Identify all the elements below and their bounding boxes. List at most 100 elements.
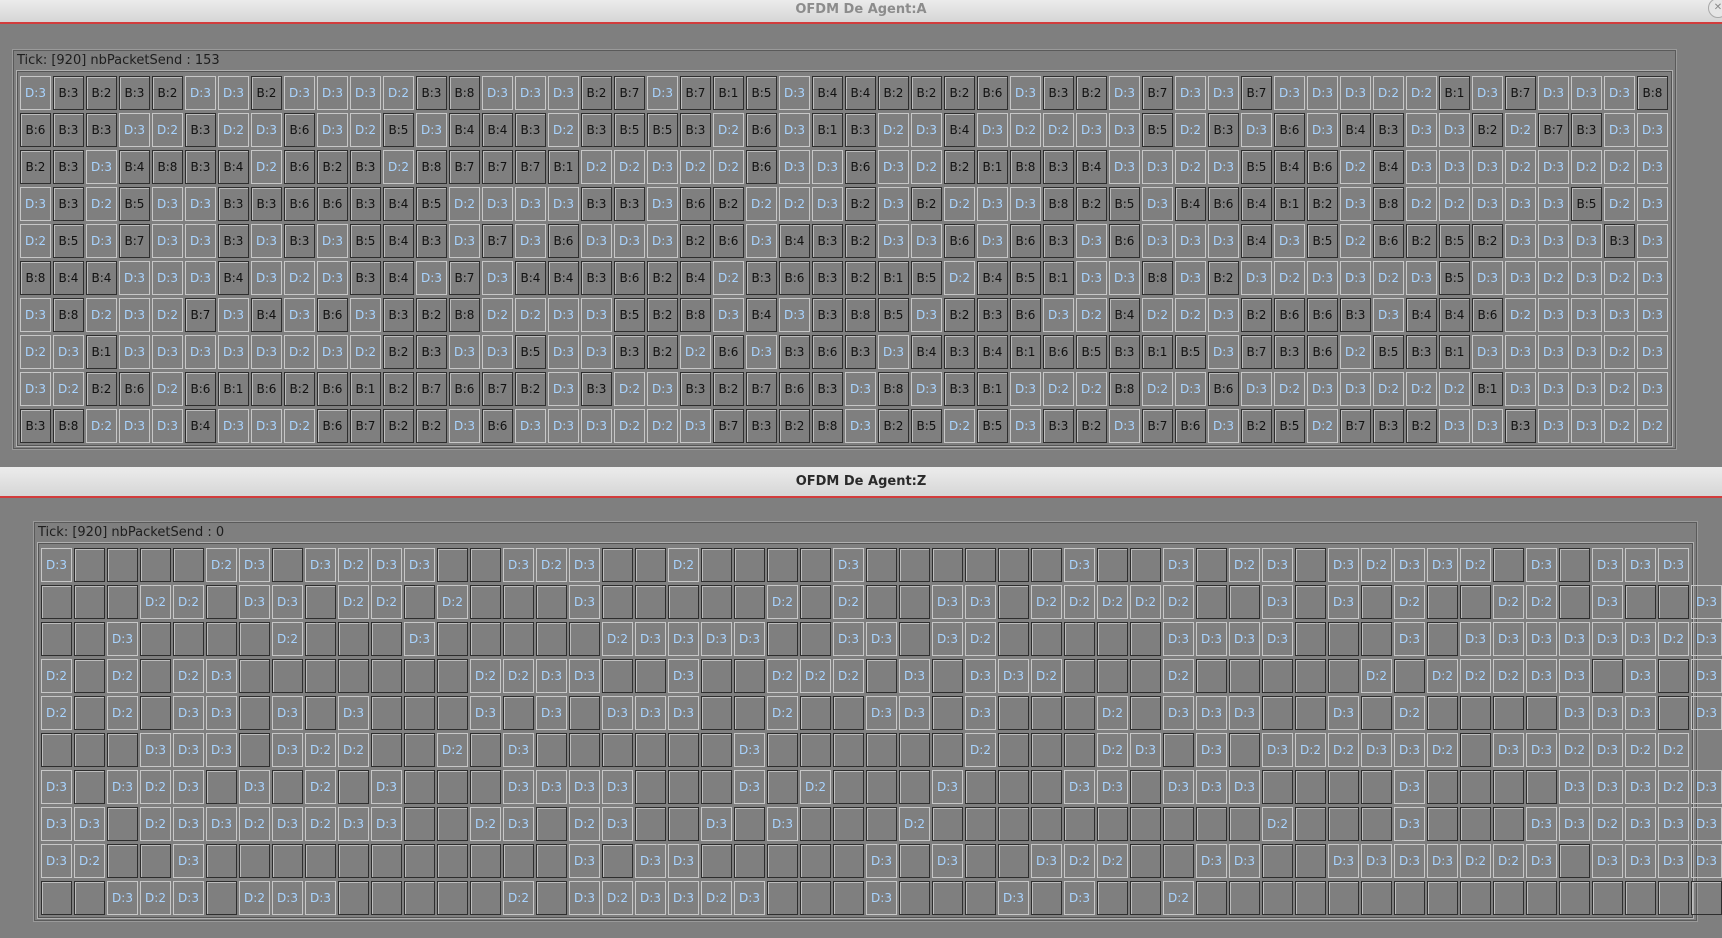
grid-cell-busy: B:3 [218,187,249,221]
grid-cell-empty [1493,548,1524,582]
grid-cell-empty [1295,585,1326,619]
grid-cell-busy: B:2 [845,261,876,295]
grid-cell-empty [734,844,765,878]
grid-cell-busy: B:8 [20,261,51,295]
grid-cell-empty [1295,844,1326,878]
grid-cell-busy: B:8 [1637,76,1668,110]
grid-cell-busy: B:3 [812,372,843,406]
grid-cell-empty [866,548,897,582]
grid-cell-empty [140,622,171,656]
grid-cell-empty [899,770,930,804]
grid-cell-data: D:2 [1604,372,1635,406]
grid-cell-data: D:3 [734,733,765,767]
grid-cell-empty [74,622,105,656]
grid-cell-busy: B:7 [1538,113,1569,147]
grid-cell-data: D:3 [107,881,138,915]
grid-cell-data: D:2 [1604,335,1635,369]
grid-cell-busy: B:7 [449,150,480,184]
grid-cell-data: D:2 [1538,261,1569,295]
grid-cell-data: D:3 [317,76,348,110]
grid-cell-busy: B:7 [416,372,447,406]
grid-cell-empty [371,733,402,767]
grid-cell-empty [338,770,369,804]
grid-cell-busy: B:3 [614,187,645,221]
grid-cell-empty [1097,881,1128,915]
grid-cell-data: D:3 [932,585,963,619]
grid-cell-data: D:2 [1340,224,1371,258]
grid-cell-busy: B:6 [20,113,51,147]
grid-cell-busy: B:5 [53,224,84,258]
grid-cell-data: D:3 [206,807,237,841]
grid-cell-empty [536,807,567,841]
grid-cell-data: D:2 [239,881,270,915]
grid-cell-empty [305,585,336,619]
grid-cell-empty [404,881,435,915]
grid-cell-busy: B:6 [1043,335,1074,369]
grid-cell-empty [503,585,534,619]
grid-cell-busy: B:3 [1340,298,1371,332]
grid-cell-empty [668,807,699,841]
grid-cell-data: D:3 [152,224,183,258]
grid-cell-busy: B:8 [53,298,84,332]
grid-cell-data: D:2 [140,881,171,915]
window-titlebar-agent-z[interactable]: OFDM De Agent:Z [0,467,1722,498]
grid-cell-data: D:3 [1538,335,1569,369]
grid-cell-data: D:3 [569,548,600,582]
grid-cell-data: D:3 [272,585,303,619]
grid-cell-empty [899,881,930,915]
close-icon[interactable]: ✕ [1708,0,1722,18]
grid-cell-busy: B:1 [1274,187,1305,221]
grid-cell-empty [800,844,831,878]
grid-cell-busy: B:4 [977,261,1008,295]
grid-cell-empty [701,733,732,767]
grid-cell-data: D:3 [152,409,183,443]
grid-cell-busy: B:3 [845,113,876,147]
grid-cell-data: D:3 [866,622,897,656]
grid-cell-data: D:3 [206,659,237,693]
grid-cell-busy: B:6 [713,224,744,258]
grid-cell-data: D:3 [1208,335,1239,369]
window-titlebar-agent-a[interactable]: OFDM De Agent:A ✕ [0,0,1722,24]
grid-cell-data: D:2 [569,807,600,841]
grid-cell-data: D:3 [635,881,666,915]
grid-cell-data: D:3 [1196,696,1227,730]
grid-cell-data: D:3 [1526,844,1557,878]
grid-cell-data: D:3 [503,548,534,582]
grid-cell-data: D:3 [1637,113,1668,147]
grid-cell-empty [272,844,303,878]
grid-cell-data: D:3 [1109,76,1140,110]
grid-cell-busy: B:6 [779,261,810,295]
grid-cell-data: D:3 [998,659,1029,693]
grid-cell-data: D:3 [1328,696,1359,730]
grid-cell-data: D:3 [404,622,435,656]
grid-cell-busy: B:3 [416,224,447,258]
grid-cell-empty [371,696,402,730]
grid-cell-data: D:3 [767,807,798,841]
grid-cell-data: D:3 [503,770,534,804]
grid-cell-data: D:3 [1031,844,1062,878]
grid-cell-busy: B:2 [1472,224,1503,258]
grid-cell-busy: B:3 [746,409,777,443]
grid-cell-data: D:3 [482,187,513,221]
grid-cell-empty [701,696,732,730]
grid-cell-busy: B:4 [185,409,216,443]
grid-cell-empty [404,659,435,693]
grid-cell-data: D:3 [932,622,963,656]
grid-cell-data: D:2 [20,224,51,258]
grid-cell-empty [140,548,171,582]
grid-cell-busy: B:6 [548,224,579,258]
grid-cell-busy: B:4 [1373,150,1404,184]
grid-cell-data: D:3 [1340,76,1371,110]
grid-cell-empty [1361,696,1392,730]
grid-cell-busy: B:2 [1406,224,1437,258]
grid-cell-busy: B:3 [581,372,612,406]
grid-cell-empty [1460,585,1491,619]
grid-cell-busy: B:6 [680,187,711,221]
grid-cell-data: D:3 [272,696,303,730]
grid-cell-data: D:2 [536,548,567,582]
grid-cell-busy: B:3 [251,187,282,221]
grid-cell-busy: B:7 [1142,409,1173,443]
grid-cell-empty [800,622,831,656]
grid-cell-data: D:3 [1472,187,1503,221]
grid-cell-data: D:3 [1691,659,1722,693]
